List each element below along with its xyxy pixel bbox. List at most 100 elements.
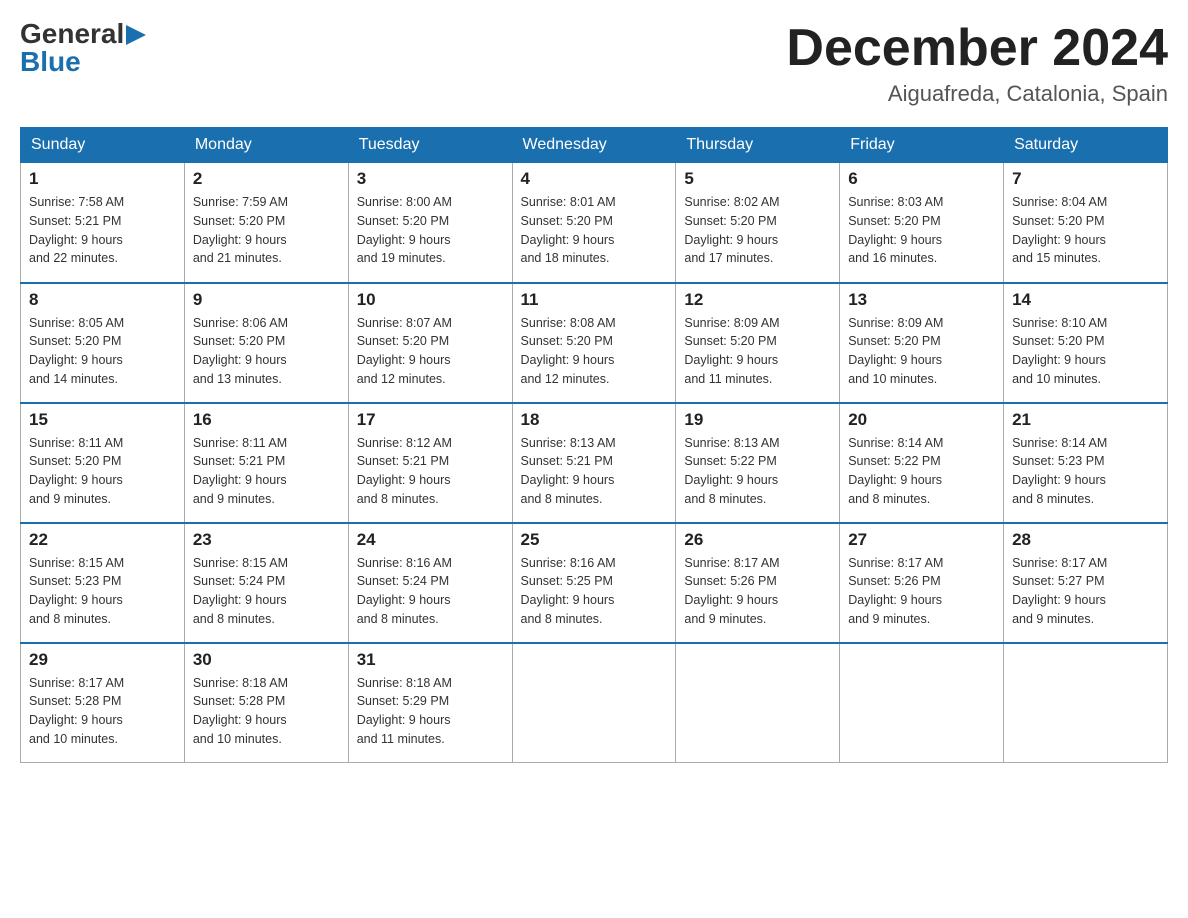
day-number: 16 [193, 410, 340, 430]
day-number: 8 [29, 290, 176, 310]
table-row: 1 Sunrise: 7:58 AM Sunset: 5:21 PM Dayli… [21, 163, 185, 283]
title-section: December 2024 Aiguafreda, Catalonia, Spa… [786, 20, 1168, 107]
day-info: Sunrise: 8:13 AM Sunset: 5:21 PM Dayligh… [521, 434, 668, 509]
table-row: 9 Sunrise: 8:06 AM Sunset: 5:20 PM Dayli… [184, 283, 348, 403]
calendar-week-row: 1 Sunrise: 7:58 AM Sunset: 5:21 PM Dayli… [21, 163, 1168, 283]
day-info: Sunrise: 8:06 AM Sunset: 5:20 PM Dayligh… [193, 314, 340, 389]
table-row [840, 643, 1004, 763]
header-monday: Monday [184, 128, 348, 163]
day-info: Sunrise: 8:11 AM Sunset: 5:20 PM Dayligh… [29, 434, 176, 509]
table-row [676, 643, 840, 763]
day-info: Sunrise: 8:07 AM Sunset: 5:20 PM Dayligh… [357, 314, 504, 389]
table-row: 4 Sunrise: 8:01 AM Sunset: 5:20 PM Dayli… [512, 163, 676, 283]
day-info: Sunrise: 8:14 AM Sunset: 5:23 PM Dayligh… [1012, 434, 1159, 509]
table-row: 29 Sunrise: 8:17 AM Sunset: 5:28 PM Dayl… [21, 643, 185, 763]
header-friday: Friday [840, 128, 1004, 163]
table-row: 15 Sunrise: 8:11 AM Sunset: 5:20 PM Dayl… [21, 403, 185, 523]
table-row: 14 Sunrise: 8:10 AM Sunset: 5:20 PM Dayl… [1004, 283, 1168, 403]
logo-blue-text: Blue [20, 48, 81, 76]
day-info: Sunrise: 8:15 AM Sunset: 5:23 PM Dayligh… [29, 554, 176, 629]
day-number: 27 [848, 530, 995, 550]
day-number: 19 [684, 410, 831, 430]
table-row: 27 Sunrise: 8:17 AM Sunset: 5:26 PM Dayl… [840, 523, 1004, 643]
header-thursday: Thursday [676, 128, 840, 163]
calendar-week-row: 15 Sunrise: 8:11 AM Sunset: 5:20 PM Dayl… [21, 403, 1168, 523]
day-number: 28 [1012, 530, 1159, 550]
day-info: Sunrise: 8:17 AM Sunset: 5:28 PM Dayligh… [29, 674, 176, 749]
day-info: Sunrise: 8:05 AM Sunset: 5:20 PM Dayligh… [29, 314, 176, 389]
day-number: 25 [521, 530, 668, 550]
calendar-week-row: 29 Sunrise: 8:17 AM Sunset: 5:28 PM Dayl… [21, 643, 1168, 763]
table-row: 11 Sunrise: 8:08 AM Sunset: 5:20 PM Dayl… [512, 283, 676, 403]
table-row [512, 643, 676, 763]
table-row: 26 Sunrise: 8:17 AM Sunset: 5:26 PM Dayl… [676, 523, 840, 643]
day-number: 2 [193, 169, 340, 189]
page-header: General Blue December 2024 Aiguafreda, C… [20, 20, 1168, 107]
day-number: 18 [521, 410, 668, 430]
day-number: 22 [29, 530, 176, 550]
table-row: 24 Sunrise: 8:16 AM Sunset: 5:24 PM Dayl… [348, 523, 512, 643]
day-number: 1 [29, 169, 176, 189]
day-number: 15 [29, 410, 176, 430]
table-row: 25 Sunrise: 8:16 AM Sunset: 5:25 PM Dayl… [512, 523, 676, 643]
table-row: 18 Sunrise: 8:13 AM Sunset: 5:21 PM Dayl… [512, 403, 676, 523]
day-number: 3 [357, 169, 504, 189]
day-info: Sunrise: 8:17 AM Sunset: 5:26 PM Dayligh… [684, 554, 831, 629]
table-row: 23 Sunrise: 8:15 AM Sunset: 5:24 PM Dayl… [184, 523, 348, 643]
day-number: 20 [848, 410, 995, 430]
day-info: Sunrise: 7:58 AM Sunset: 5:21 PM Dayligh… [29, 193, 176, 268]
day-number: 6 [848, 169, 995, 189]
header-sunday: Sunday [21, 128, 185, 163]
table-row [1004, 643, 1168, 763]
day-info: Sunrise: 8:18 AM Sunset: 5:29 PM Dayligh… [357, 674, 504, 749]
logo-arrow-icon [126, 25, 146, 45]
day-info: Sunrise: 8:09 AM Sunset: 5:20 PM Dayligh… [848, 314, 995, 389]
day-number: 17 [357, 410, 504, 430]
header-saturday: Saturday [1004, 128, 1168, 163]
day-info: Sunrise: 8:00 AM Sunset: 5:20 PM Dayligh… [357, 193, 504, 268]
day-info: Sunrise: 7:59 AM Sunset: 5:20 PM Dayligh… [193, 193, 340, 268]
location-subtitle: Aiguafreda, Catalonia, Spain [786, 81, 1168, 107]
day-number: 7 [1012, 169, 1159, 189]
table-row: 22 Sunrise: 8:15 AM Sunset: 5:23 PM Dayl… [21, 523, 185, 643]
table-row: 28 Sunrise: 8:17 AM Sunset: 5:27 PM Dayl… [1004, 523, 1168, 643]
table-row: 6 Sunrise: 8:03 AM Sunset: 5:20 PM Dayli… [840, 163, 1004, 283]
table-row: 13 Sunrise: 8:09 AM Sunset: 5:20 PM Dayl… [840, 283, 1004, 403]
day-number: 13 [848, 290, 995, 310]
day-info: Sunrise: 8:15 AM Sunset: 5:24 PM Dayligh… [193, 554, 340, 629]
day-info: Sunrise: 8:13 AM Sunset: 5:22 PM Dayligh… [684, 434, 831, 509]
day-number: 24 [357, 530, 504, 550]
day-info: Sunrise: 8:10 AM Sunset: 5:20 PM Dayligh… [1012, 314, 1159, 389]
day-info: Sunrise: 8:17 AM Sunset: 5:26 PM Dayligh… [848, 554, 995, 629]
table-row: 30 Sunrise: 8:18 AM Sunset: 5:28 PM Dayl… [184, 643, 348, 763]
table-row: 16 Sunrise: 8:11 AM Sunset: 5:21 PM Dayl… [184, 403, 348, 523]
day-number: 31 [357, 650, 504, 670]
table-row: 5 Sunrise: 8:02 AM Sunset: 5:20 PM Dayli… [676, 163, 840, 283]
day-info: Sunrise: 8:17 AM Sunset: 5:27 PM Dayligh… [1012, 554, 1159, 629]
logo: General Blue [20, 20, 146, 76]
day-number: 29 [29, 650, 176, 670]
table-row: 3 Sunrise: 8:00 AM Sunset: 5:20 PM Dayli… [348, 163, 512, 283]
day-info: Sunrise: 8:09 AM Sunset: 5:20 PM Dayligh… [684, 314, 831, 389]
header-wednesday: Wednesday [512, 128, 676, 163]
calendar-table: Sunday Monday Tuesday Wednesday Thursday… [20, 127, 1168, 763]
day-number: 11 [521, 290, 668, 310]
table-row: 31 Sunrise: 8:18 AM Sunset: 5:29 PM Dayl… [348, 643, 512, 763]
day-number: 23 [193, 530, 340, 550]
table-row: 20 Sunrise: 8:14 AM Sunset: 5:22 PM Dayl… [840, 403, 1004, 523]
calendar-header-row: Sunday Monday Tuesday Wednesday Thursday… [21, 128, 1168, 163]
day-info: Sunrise: 8:12 AM Sunset: 5:21 PM Dayligh… [357, 434, 504, 509]
day-number: 9 [193, 290, 340, 310]
day-info: Sunrise: 8:14 AM Sunset: 5:22 PM Dayligh… [848, 434, 995, 509]
day-info: Sunrise: 8:16 AM Sunset: 5:25 PM Dayligh… [521, 554, 668, 629]
month-title: December 2024 [786, 20, 1168, 77]
table-row: 19 Sunrise: 8:13 AM Sunset: 5:22 PM Dayl… [676, 403, 840, 523]
day-info: Sunrise: 8:08 AM Sunset: 5:20 PM Dayligh… [521, 314, 668, 389]
day-info: Sunrise: 8:16 AM Sunset: 5:24 PM Dayligh… [357, 554, 504, 629]
calendar-week-row: 22 Sunrise: 8:15 AM Sunset: 5:23 PM Dayl… [21, 523, 1168, 643]
table-row: 12 Sunrise: 8:09 AM Sunset: 5:20 PM Dayl… [676, 283, 840, 403]
header-tuesday: Tuesday [348, 128, 512, 163]
day-number: 12 [684, 290, 831, 310]
table-row: 21 Sunrise: 8:14 AM Sunset: 5:23 PM Dayl… [1004, 403, 1168, 523]
day-info: Sunrise: 8:11 AM Sunset: 5:21 PM Dayligh… [193, 434, 340, 509]
